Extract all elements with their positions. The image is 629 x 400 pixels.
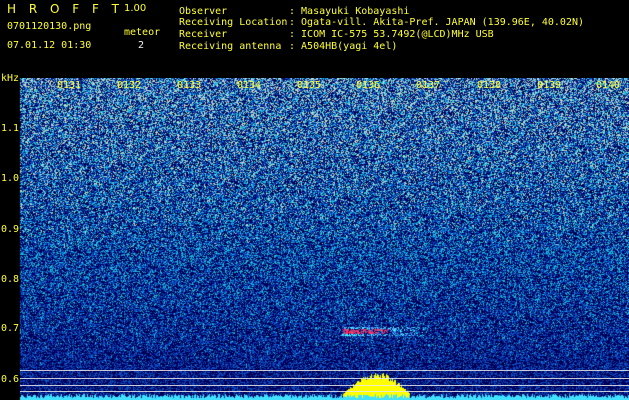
receiver-label: Receiver — [179, 29, 228, 40]
freq-tick: 0.8 — [1, 274, 20, 285]
freq-tick: 0.9 — [1, 224, 20, 235]
header-panel: H R O F F T 1.00 0701120130.png 07.01.12… — [0, 0, 629, 78]
reference-line — [20, 391, 629, 392]
event-label: meteor — [124, 27, 161, 38]
time-tick: 0135 — [297, 80, 322, 91]
spectrogram-panel — [0, 78, 629, 400]
freq-tick: 1.1 — [1, 123, 20, 134]
app-version: 1.00 — [124, 3, 147, 14]
file-name: 0701120130.png — [7, 21, 92, 32]
location-label: Receiving Location — [179, 17, 288, 28]
antenna-label: Receiving antenna — [179, 41, 282, 52]
time-tick: 0139 — [537, 80, 562, 91]
reference-line — [20, 378, 629, 379]
time-tick: 0138 — [477, 80, 502, 91]
observer-value: : Masayuki Kobayashi — [289, 6, 410, 17]
time-tick: 0133 — [177, 80, 202, 91]
location-value: : Ogata-vill. Akita-Pref. JAPAN (139.96E… — [289, 17, 585, 28]
spectrogram-canvas — [0, 78, 629, 400]
time-tick: 0140 — [596, 80, 621, 91]
time-tick: 0132 — [117, 80, 142, 91]
time-tick: 0137 — [416, 80, 441, 91]
freq-tick: 1.0 — [1, 173, 20, 184]
receiver-value: : ICOM IC-575 53.7492(@LCD)MHz USB — [289, 29, 494, 40]
time-axis: 0131 0132 0133 0134 0135 0136 0137 0138 … — [0, 80, 629, 92]
file-datetime: 07.01.12 01:30 — [7, 40, 92, 51]
freq-tick: 0.6 — [1, 374, 20, 385]
antenna-value: : A504HB(yagi 4el) — [289, 41, 398, 52]
reference-line — [20, 385, 629, 386]
event-count: 2 — [138, 40, 145, 51]
time-tick: 0131 — [57, 80, 82, 91]
time-tick: 0136 — [356, 80, 381, 91]
observer-label: Observer — [179, 6, 228, 17]
app-title: H R O F F T — [7, 2, 124, 16]
time-tick: 0134 — [237, 80, 262, 91]
freq-tick: 0.7 — [1, 323, 20, 334]
reference-line — [20, 370, 629, 371]
